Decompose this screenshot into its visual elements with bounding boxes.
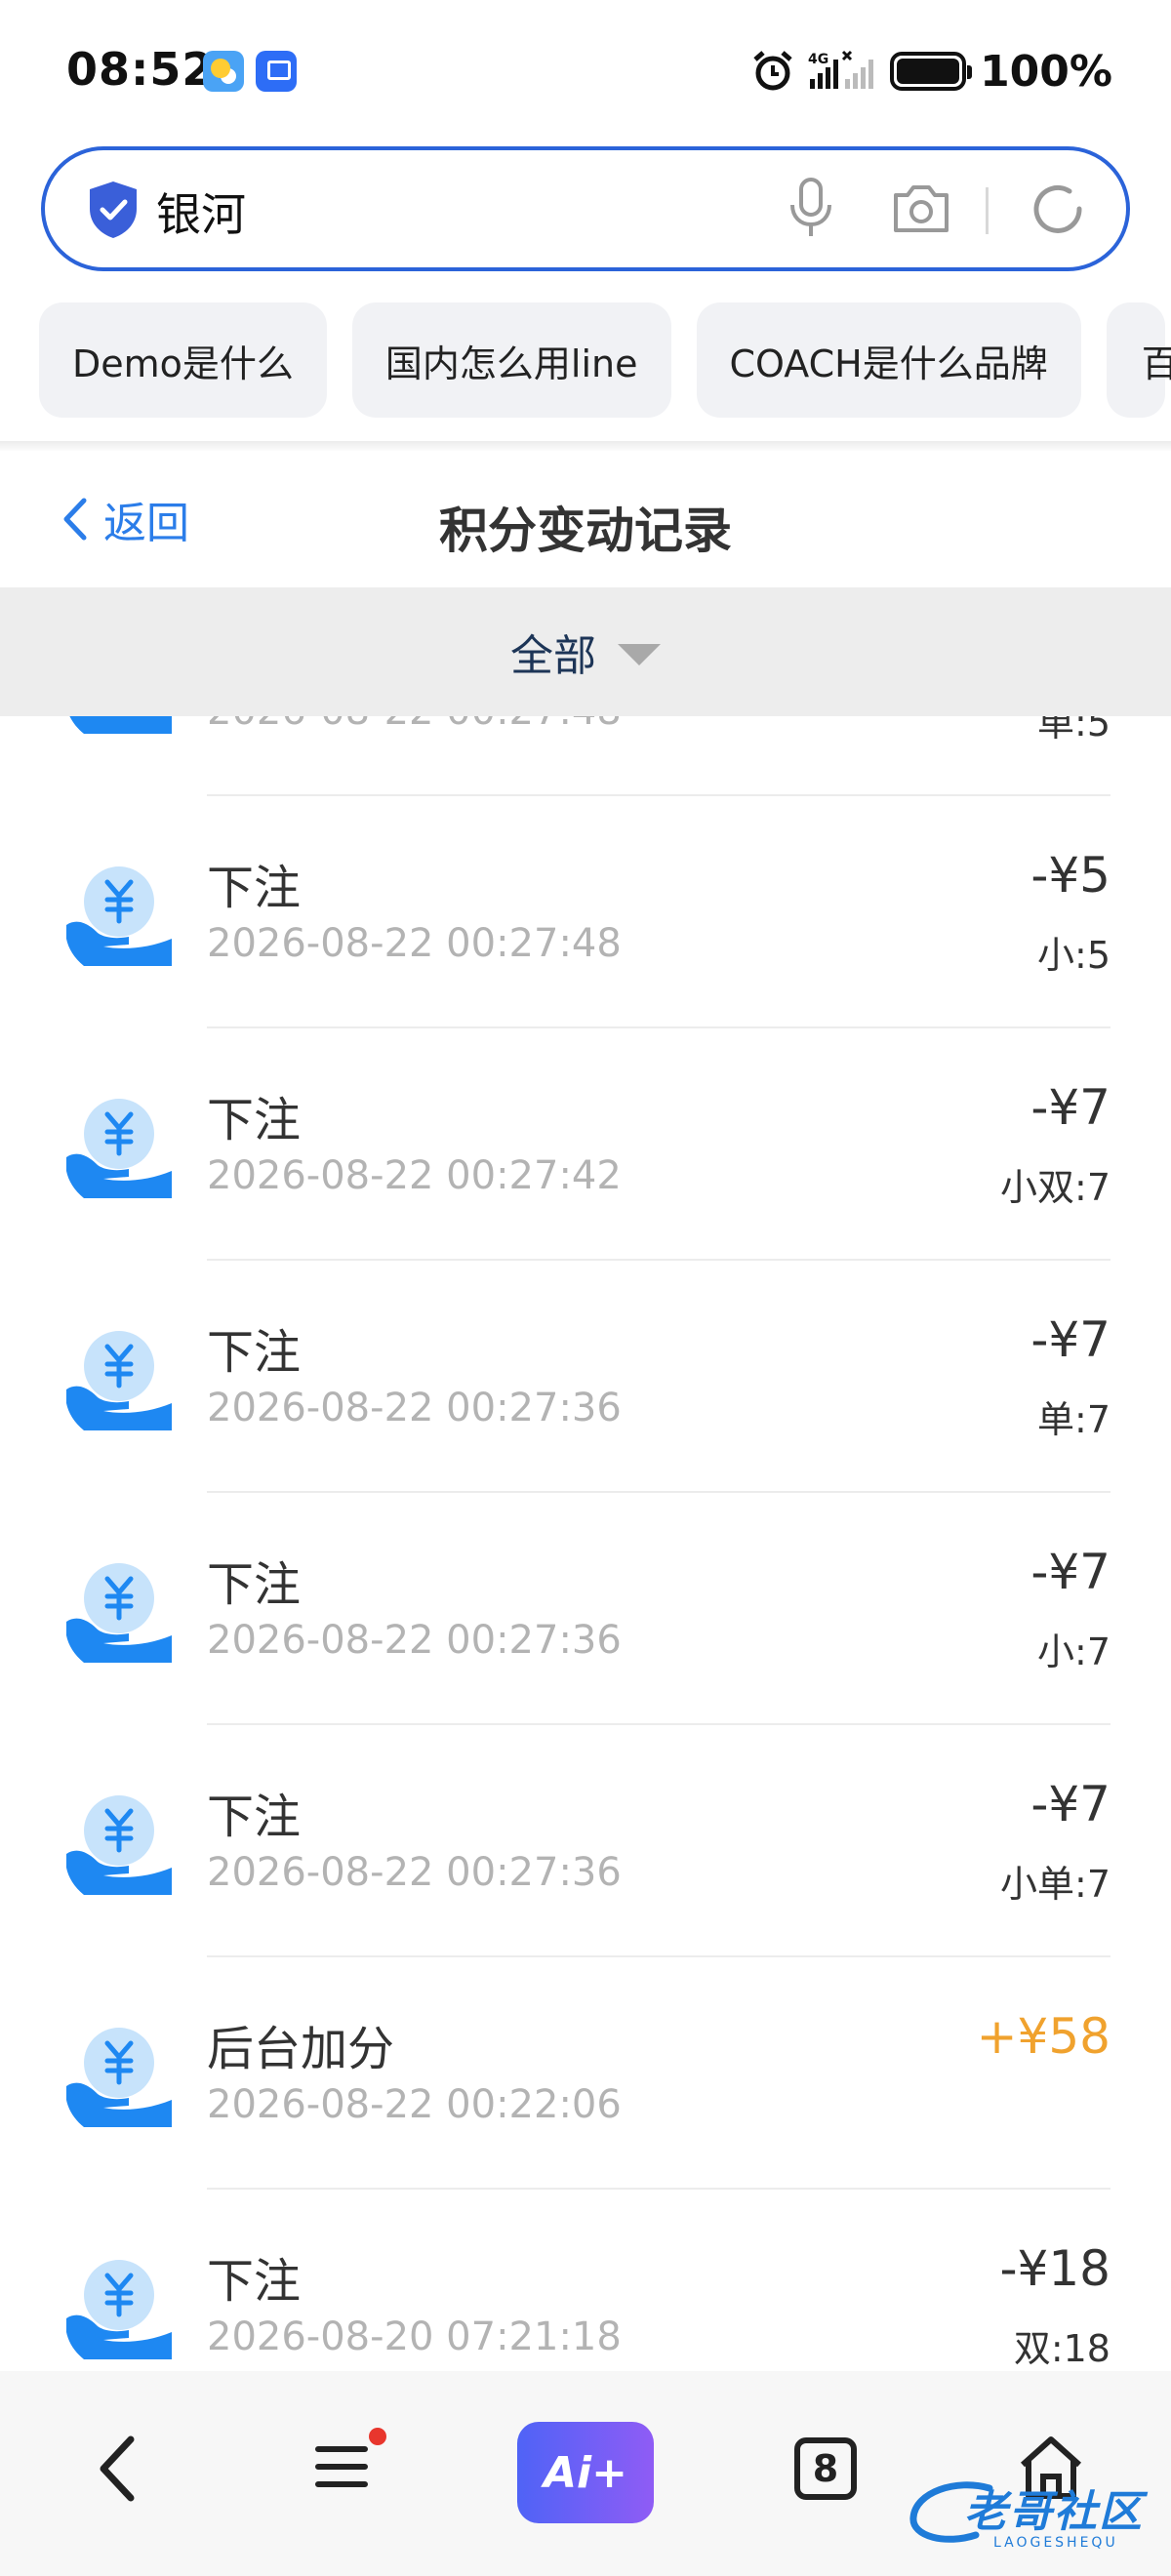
back-icon[interactable] <box>94 2432 141 2506</box>
record-row[interactable]: 后台加分 2026-08-22 00:22:06 +¥58 <box>0 1957 1171 2190</box>
battery-level: 100% <box>980 46 1112 97</box>
coin-hand-icon <box>66 866 172 966</box>
weather-app-icon <box>203 51 244 92</box>
ai-assistant-button[interactable]: Ai+ <box>517 2422 654 2523</box>
search-input[interactable]: 银河 <box>156 180 246 244</box>
record-amount: -¥5 <box>1030 847 1110 904</box>
record-title: 下注 <box>207 1325 302 1380</box>
app-market-icon <box>256 51 297 92</box>
record-title: 下注 <box>207 1790 302 1844</box>
record-time: 2026-08-22 00:27:48 <box>207 716 622 734</box>
record-row[interactable]: 下注 2026-08-22 00:27:36 -¥7 单:7 <box>0 1261 1171 1493</box>
coin-hand-icon <box>66 1795 172 1895</box>
record-note: 单:5 <box>1037 716 1110 745</box>
filter-dropdown[interactable]: 全部 <box>0 587 1171 716</box>
camera-icon[interactable] <box>890 181 952 236</box>
record-time: 2026-08-22 00:27:36 <box>207 1386 622 1430</box>
refresh-icon[interactable] <box>1029 180 1087 238</box>
network-type: 4G <box>808 52 828 67</box>
status-time: 08:52 <box>66 43 215 96</box>
coin-hand-icon <box>66 2028 172 2127</box>
status-bar: 08:52 4G 100% <box>0 0 1171 137</box>
record-title: 下注 <box>207 861 302 915</box>
record-amount: -¥7 <box>1030 1544 1110 1600</box>
status-indicators: 4G 100% <box>751 46 1112 97</box>
coin-hand-icon <box>66 1563 172 1663</box>
record-row[interactable]: 2026-08-22 00:27:48 单:5 <box>0 716 1171 796</box>
bottom-nav: Ai+ 8 老哥社区 LAOGESHEQU <box>0 2371 1171 2576</box>
suggestion-chip[interactable]: Demo是什么 <box>39 302 327 418</box>
record-time: 2026-08-22 00:27:42 <box>207 1153 622 1198</box>
suggestion-chip[interactable]: 国内怎么用line <box>351 302 671 418</box>
record-row[interactable]: 下注 2026-08-22 00:27:36 -¥7 小单:7 <box>0 1725 1171 1957</box>
battery-icon <box>890 52 973 91</box>
record-row[interactable]: 下注 2026-08-20 07:21:18 -¥18 双:18 <box>0 2190 1171 2371</box>
record-title: 下注 <box>207 2254 302 2309</box>
suggestion-chip[interactable]: 百 <box>1106 302 1171 418</box>
record-title: 下注 <box>207 1093 302 1147</box>
record-title: 下注 <box>207 1557 302 1612</box>
record-note: 小双:7 <box>1000 1166 1110 1209</box>
search-divider <box>986 187 989 234</box>
notification-dot <box>369 2428 386 2445</box>
record-note: 单:7 <box>1037 1398 1110 1441</box>
caret-down-icon <box>618 644 661 665</box>
record-amount: -¥7 <box>1030 1079 1110 1136</box>
record-amount: -¥7 <box>1030 1311 1110 1368</box>
record-time: 2026-08-20 07:21:18 <box>207 2314 622 2359</box>
record-note: 小:5 <box>1037 934 1110 977</box>
watermark-subtext: LAOGESHEQU <box>993 2535 1118 2551</box>
filter-label: 全部 <box>510 631 596 681</box>
signal-icon: 4G <box>808 50 874 89</box>
record-row[interactable]: 下注 2026-08-22 00:27:48 -¥5 小:5 <box>0 796 1171 1028</box>
record-row[interactable]: 下注 2026-08-22 00:27:42 -¥7 小双:7 <box>0 1028 1171 1261</box>
record-note: 小:7 <box>1037 1630 1110 1673</box>
record-amount: +¥58 <box>976 2008 1110 2065</box>
suggestion-chip[interactable]: COACH是什么品牌 <box>696 302 1081 418</box>
record-time: 2026-08-22 00:27:36 <box>207 1618 622 1663</box>
coin-hand-icon <box>66 1331 172 1430</box>
coin-hand-icon <box>66 2260 172 2359</box>
record-time: 2026-08-22 00:27:36 <box>207 1850 622 1895</box>
watermark-text: 老哥社区 <box>964 2487 1144 2537</box>
record-amount: -¥7 <box>1030 1776 1110 1832</box>
tabs-button[interactable]: 8 <box>794 2437 857 2500</box>
alarm-icon <box>753 51 792 91</box>
suggestion-chips: Demo是什么 国内怎么用line COACH是什么品牌 百 <box>39 302 1171 418</box>
record-row[interactable]: 下注 2026-08-22 00:27:36 -¥7 小:7 <box>0 1493 1171 1725</box>
page-header: 返回 积分变动记录 <box>0 451 1171 587</box>
record-time: 2026-08-22 00:22:06 <box>207 2082 622 2127</box>
page-title: 积分变动记录 <box>439 503 732 559</box>
coin-hand-icon <box>66 1099 172 1198</box>
watermark-logo: 老哥社区 LAOGESHEQU <box>908 2469 1157 2562</box>
record-list[interactable]: 2026-08-22 00:27:48 单:5 下注 2026-08-22 00… <box>0 716 1171 2371</box>
record-title: 后台加分 <box>207 2022 395 2076</box>
menu-icon[interactable] <box>314 2439 369 2494</box>
record-amount: -¥18 <box>999 2240 1110 2297</box>
coin-hand-icon <box>69 716 172 734</box>
record-time: 2026-08-22 00:27:48 <box>207 921 622 966</box>
record-note: 双:18 <box>1013 2327 1110 2370</box>
mic-icon[interactable] <box>787 178 835 240</box>
shield-icon <box>90 181 137 238</box>
search-bar[interactable]: 银河 <box>41 146 1130 271</box>
record-note: 小单:7 <box>1000 1863 1110 1906</box>
